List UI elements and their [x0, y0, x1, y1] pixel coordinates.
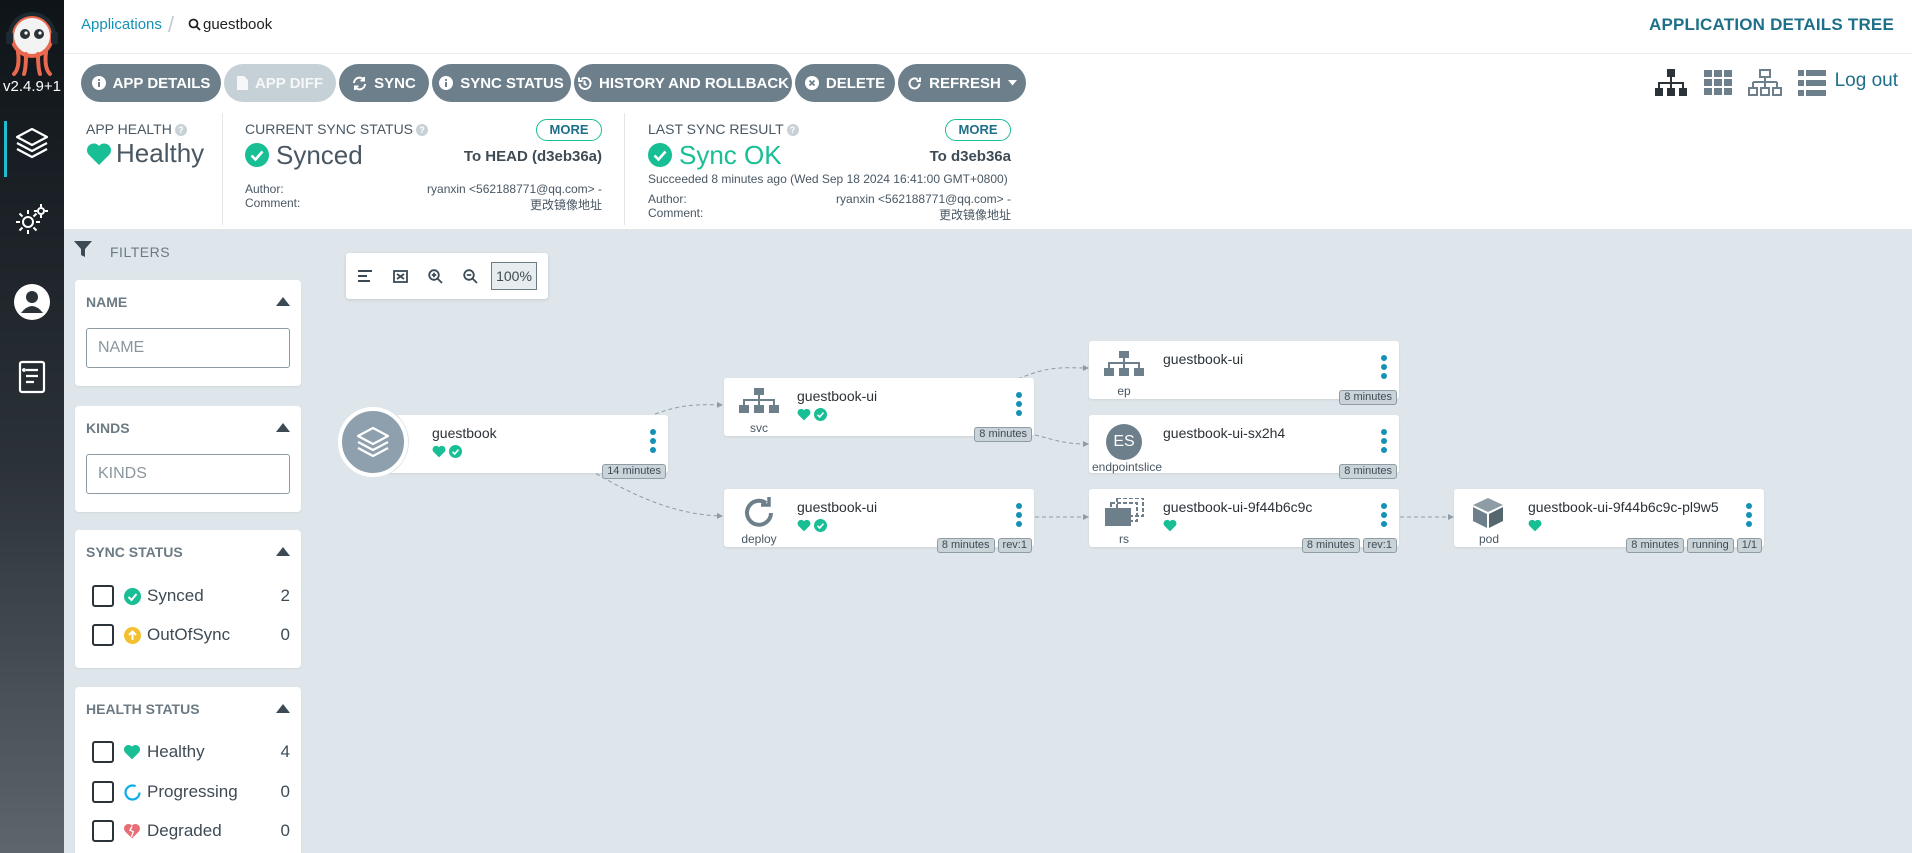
node-status-icons [1163, 519, 1177, 532]
node-menu-icon[interactable] [1016, 503, 1022, 527]
node-name: guestbook-ui-9f44b6c9c-pl9w5 [1528, 499, 1719, 515]
node-name: guestbook-ui-sx2h4 [1163, 425, 1286, 441]
heart-icon [1163, 519, 1177, 532]
revision-tag: rev:1 [1362, 538, 1397, 553]
node-kind: svc [750, 421, 768, 435]
node-kind: ep [1117, 384, 1131, 398]
node-kind: deploy [741, 532, 777, 546]
pod-ready-tag: 1/1 [1736, 538, 1762, 553]
resource-node-endpoints[interactable]: ep guestbook-ui 8 minutes [1089, 341, 1399, 405]
check-circle-icon [449, 445, 462, 458]
resource-node-pod[interactable]: pod guestbook-ui-9f44b6c9c-pl9w5 8 minut… [1454, 489, 1764, 553]
application-layers-icon[interactable] [338, 407, 408, 477]
node-name: guestbook-ui [797, 388, 878, 404]
endpointslice-badge-icon: ES [1106, 424, 1142, 460]
endpointslice-badge: ES [1106, 424, 1142, 460]
age-tag: 8 minutes [936, 538, 995, 553]
resource-node-replicaset[interactable]: rs guestbook-ui-9f44b6c9c 8 minutes rev:… [1089, 489, 1399, 553]
heart-icon [797, 408, 811, 421]
node-menu-icon[interactable] [1746, 503, 1752, 527]
age-tag: 8 minutes [974, 427, 1032, 442]
node-menu-icon[interactable] [1016, 392, 1022, 416]
endpoints-network-icon [1104, 351, 1144, 382]
resource-node-deployment[interactable]: deploy guestbook-ui 8 minutes rev:1 [724, 489, 1034, 553]
node-name: guestbook-ui [797, 499, 878, 515]
node-menu-icon[interactable] [1381, 429, 1387, 453]
node-kind: endpointslice [1091, 460, 1163, 474]
node-kind: rs [1119, 532, 1129, 546]
heart-icon [1528, 519, 1542, 532]
age-tag: 8 minutes [1626, 538, 1684, 553]
heart-icon [797, 519, 811, 532]
resource-node-service[interactable]: svc guestbook-ui 8 minutes [724, 378, 1034, 442]
node-status-icons [432, 445, 462, 458]
revision-tag: rev:1 [997, 538, 1032, 553]
resource-node-application[interactable]: guestbook 14 minutes [368, 415, 668, 479]
node-menu-icon[interactable] [1381, 355, 1387, 379]
check-circle-icon [814, 408, 827, 421]
age-tag: 8 minutes [1339, 464, 1397, 479]
node-name: guestbook-ui-9f44b6c9c [1163, 499, 1313, 515]
node-menu-icon[interactable] [650, 429, 656, 453]
age-tag: 8 minutes [1301, 538, 1360, 553]
node-status-icons [797, 408, 827, 421]
age-tag: 8 minutes [1339, 390, 1397, 405]
heart-icon [432, 445, 446, 458]
node-status-icons [1528, 519, 1542, 532]
node-menu-icon[interactable] [1381, 503, 1387, 527]
replicaset-stack-icon [1103, 497, 1145, 533]
resource-node-endpointslice[interactable]: ES endpointslice guestbook-ui-sx2h4 8 mi… [1089, 415, 1399, 479]
node-name: guestbook [432, 425, 497, 441]
pod-cube-icon [1471, 497, 1505, 534]
service-network-icon [739, 388, 779, 419]
node-name: guestbook-ui [1163, 351, 1244, 367]
check-circle-icon [814, 519, 827, 532]
age-tag: 14 minutes [602, 464, 666, 479]
node-status-icons [797, 519, 827, 532]
deployment-refresh-icon [740, 497, 778, 534]
pod-phase-tag: running [1687, 538, 1734, 553]
node-kind: pod [1478, 532, 1500, 546]
